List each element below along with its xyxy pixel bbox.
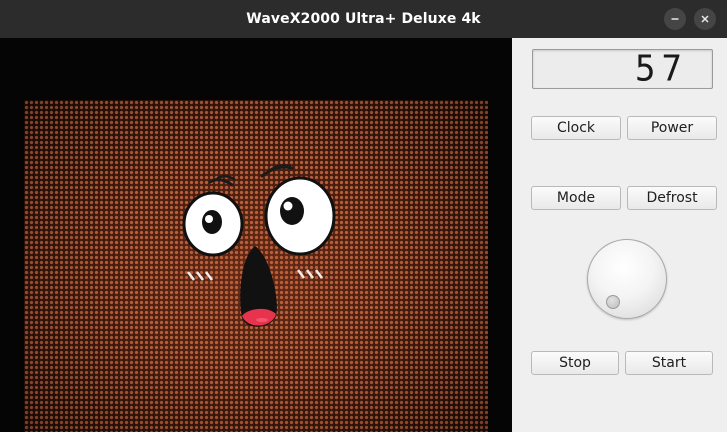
timer-value: 57	[635, 48, 688, 90]
defrost-button[interactable]: Defrost	[627, 186, 717, 210]
microwave-window	[0, 38, 512, 432]
window-title: WaveX2000 Ultra+ Deluxe 4k	[246, 11, 481, 27]
mode-button[interactable]: Mode	[531, 186, 621, 210]
clock-button[interactable]: Clock	[531, 116, 621, 140]
start-button[interactable]: Start	[625, 351, 713, 375]
knob-indicator	[606, 295, 620, 309]
power-button[interactable]: Power	[627, 116, 717, 140]
dial-knob[interactable]	[587, 239, 667, 319]
close-icon	[701, 15, 709, 23]
minimize-button[interactable]	[664, 8, 686, 30]
title-bar[interactable]: WaveX2000 Ultra+ Deluxe 4k	[0, 0, 727, 38]
close-button[interactable]	[694, 8, 716, 30]
minimize-icon	[671, 18, 679, 20]
surprised-face-icon	[182, 164, 336, 327]
timer-display: 57	[532, 49, 713, 89]
stop-button[interactable]: Stop	[531, 351, 619, 375]
control-panel: 57 Clock Power Mode Defrost Stop Start	[512, 38, 727, 432]
